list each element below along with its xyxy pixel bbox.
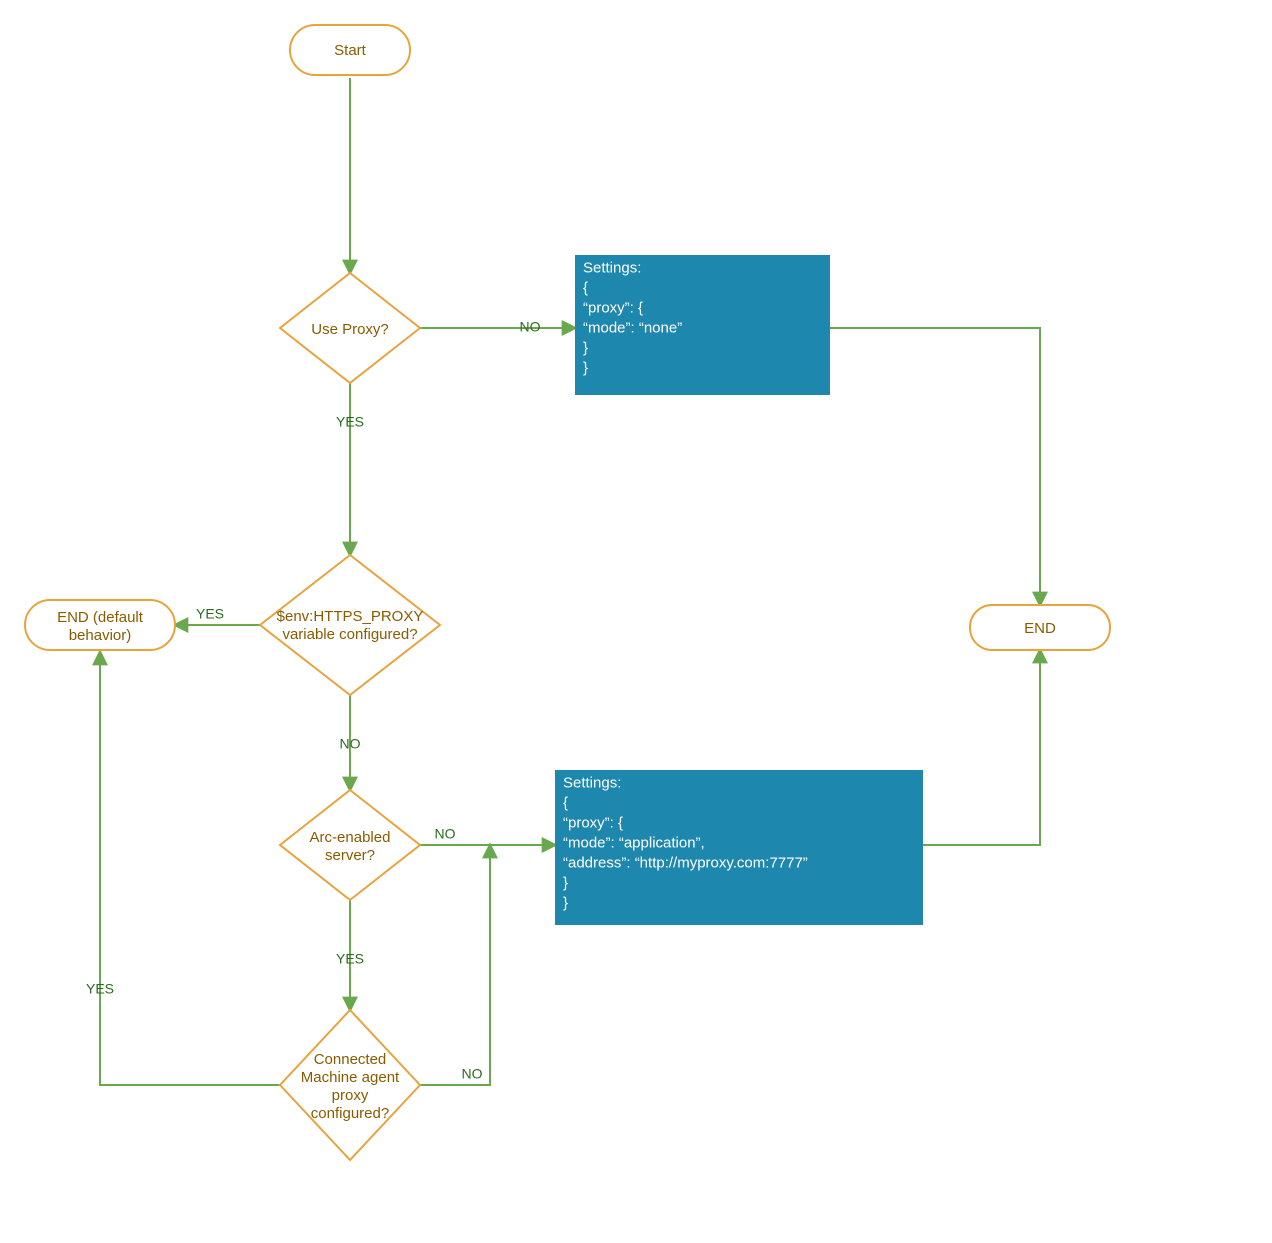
label-cmap-no: NO xyxy=(462,1066,483,1082)
label-useproxy-no: NO xyxy=(520,319,541,335)
svg-text:Connected: Connected xyxy=(314,1051,387,1068)
edge-cmap-yes xyxy=(100,652,280,1085)
svg-text:}: } xyxy=(563,894,568,911)
svg-text:server?: server? xyxy=(325,847,375,864)
svg-text:“address”: “http://myproxy.com: “address”: “http://myproxy.com:7777” xyxy=(563,854,808,871)
edge-settingsapp-end xyxy=(923,650,1040,845)
label-useproxy-yes: YES xyxy=(336,414,364,430)
node-settings-app: Settings: { “proxy”: { “mode”: “applicat… xyxy=(555,770,923,925)
node-cmap: Connected Machine agent proxy configured… xyxy=(280,1010,420,1160)
svg-text:$env:HTTPS_PROXY: $env:HTTPS_PROXY xyxy=(277,608,424,625)
node-use-proxy: Use Proxy? xyxy=(280,273,420,383)
label-arcenabled-yes: YES xyxy=(336,951,364,967)
svg-text:“mode”: “application”,: “mode”: “application”, xyxy=(563,834,705,851)
label-httpsproxy-yes: YES xyxy=(196,606,224,622)
svg-text:variable configured?: variable configured? xyxy=(282,626,417,643)
edge-cmap-no xyxy=(420,845,490,1085)
svg-text:Arc-enabled: Arc-enabled xyxy=(310,829,391,846)
svg-text:Start: Start xyxy=(334,42,367,59)
node-end-default: END (default behavior) xyxy=(25,600,175,650)
svg-text:}: } xyxy=(583,359,588,376)
svg-text:END (default: END (default xyxy=(57,609,144,626)
label-httpsproxy-no: NO xyxy=(340,736,361,752)
svg-text:Use Proxy?: Use Proxy? xyxy=(311,321,389,338)
svg-text:}: } xyxy=(563,874,568,891)
svg-text:{: { xyxy=(563,794,568,811)
node-settings-none: Settings: { “proxy”: { “mode”: “none” } … xyxy=(575,255,830,395)
edge-settingsnone-end xyxy=(830,328,1040,605)
node-start: Start xyxy=(290,25,410,75)
node-arc-enabled: Arc-enabled server? xyxy=(280,790,420,900)
svg-text:“proxy”: {: “proxy”: { xyxy=(583,299,643,316)
svg-text:“proxy”: {: “proxy”: { xyxy=(563,814,623,831)
svg-text:proxy: proxy xyxy=(332,1087,369,1104)
svg-text:{: { xyxy=(583,279,588,296)
flowchart-svg: NO YES YES NO NO YES NO YES Start Use Pr… xyxy=(0,0,1272,1243)
svg-text:Settings:: Settings: xyxy=(563,774,621,791)
svg-text:Machine agent: Machine agent xyxy=(301,1069,400,1086)
svg-text:}: } xyxy=(583,339,588,356)
svg-text:Settings:: Settings: xyxy=(583,259,641,276)
svg-text:behavior): behavior) xyxy=(69,627,132,644)
svg-text:configured?: configured? xyxy=(311,1105,389,1122)
node-end: END xyxy=(970,605,1110,650)
node-https-proxy: $env:HTTPS_PROXY variable configured? xyxy=(260,555,440,695)
svg-text:END: END xyxy=(1024,620,1056,637)
label-arcenabled-no: NO xyxy=(435,826,456,842)
label-cmap-yes: YES xyxy=(86,981,114,997)
svg-text:“mode”: “none”: “mode”: “none” xyxy=(583,319,682,336)
